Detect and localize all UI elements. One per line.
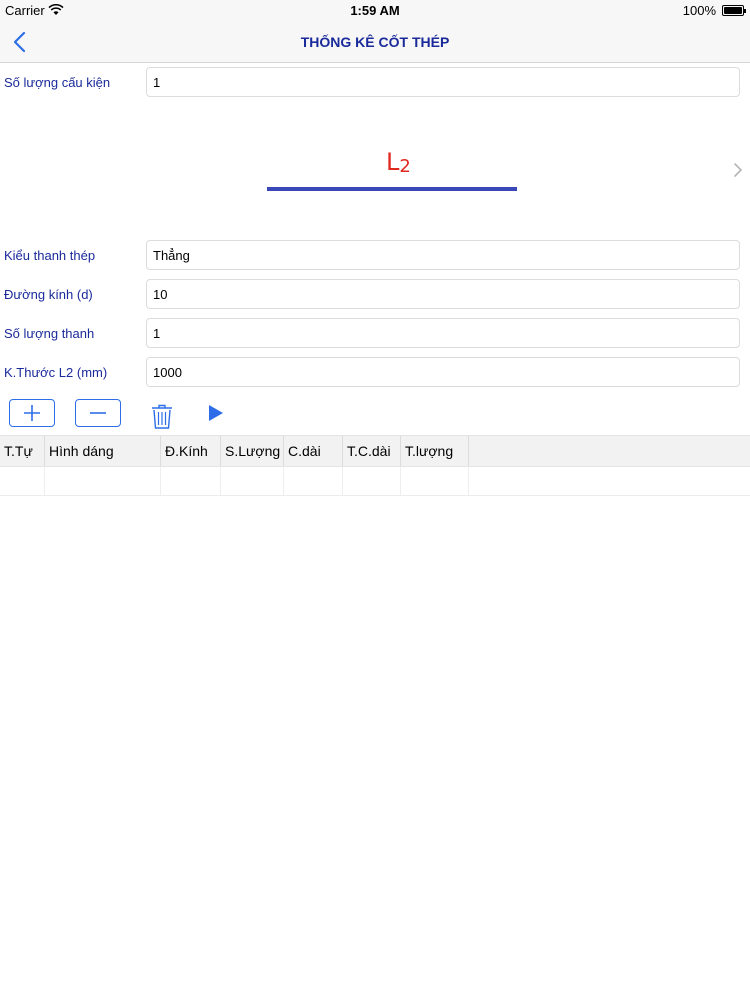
- table-header: T.Tự Hình dáng Đ.Kính S.Lượng C.dài T.C.…: [0, 435, 750, 467]
- battery-percent: 100%: [682, 3, 716, 18]
- chevron-right-icon[interactable]: [732, 160, 744, 180]
- component-count-row: Số lượng cấu kiện: [0, 67, 750, 97]
- add-button[interactable]: [9, 399, 55, 427]
- table-cell: [45, 467, 161, 495]
- battery-icon: [722, 5, 746, 16]
- component-count-input[interactable]: [146, 67, 740, 97]
- bar-count-input[interactable]: [146, 318, 740, 348]
- action-toolbar: [0, 396, 750, 432]
- rebar-type-row: Kiểu thanh thép: [0, 240, 750, 270]
- table-cell: [161, 467, 221, 495]
- plus-icon: [24, 405, 40, 421]
- minus-icon: [90, 412, 106, 414]
- rebar-type-label: Kiểu thanh thép: [4, 248, 96, 263]
- bar-count-row: Số lượng thanh: [0, 318, 750, 348]
- status-bar: Carrier 1:59 AM 100%: [0, 0, 750, 22]
- length-label-sub: 2: [399, 156, 411, 177]
- remove-button[interactable]: [75, 399, 121, 427]
- length-label-main: L: [386, 148, 400, 176]
- diameter-row: Đường kính (d): [0, 279, 750, 309]
- length-l2-input[interactable]: [146, 357, 740, 387]
- table-cell: [401, 467, 469, 495]
- column-header-shape[interactable]: Hình dáng: [45, 436, 161, 466]
- column-header-diameter[interactable]: Đ.Kính: [161, 436, 221, 466]
- table-cell: [284, 467, 343, 495]
- column-header-index[interactable]: T.Tự: [0, 436, 45, 466]
- page-title: THỐNG KÊ CỐT THÉP: [300, 34, 450, 50]
- bar-count-label: Số lượng thanh: [4, 326, 95, 341]
- column-header-quantity[interactable]: S.Lượng: [221, 436, 284, 466]
- column-header-length[interactable]: C.dài: [284, 436, 343, 466]
- diameter-input[interactable]: [146, 279, 740, 309]
- rebar-type-input[interactable]: [146, 240, 740, 270]
- rebar-table: T.Tự Hình dáng Đ.Kính S.Lượng C.dài T.C.…: [0, 435, 750, 496]
- length-l2-label: K.Thước L2 (mm): [4, 365, 108, 380]
- column-header-total-length[interactable]: T.C.dài: [343, 436, 401, 466]
- diameter-label: Đường kính (d): [4, 287, 93, 302]
- length-label: L2: [386, 148, 411, 177]
- table-cell: [221, 467, 284, 495]
- component-count-label: Số lượng cấu kiện: [4, 75, 111, 90]
- rebar-diagram: L2: [0, 120, 750, 220]
- rebar-line: [267, 187, 517, 191]
- trash-icon[interactable]: [150, 402, 174, 430]
- nav-bar: THỐNG KÊ CỐT THÉP: [0, 22, 750, 63]
- clock: 1:59 AM: [350, 3, 400, 18]
- table-cell: [0, 467, 45, 495]
- column-header-weight[interactable]: T.lượng: [401, 436, 469, 466]
- play-icon[interactable]: [206, 403, 226, 423]
- length-l2-row: K.Thước L2 (mm): [0, 357, 750, 387]
- table-row[interactable]: [0, 467, 750, 496]
- table-cell: [343, 467, 401, 495]
